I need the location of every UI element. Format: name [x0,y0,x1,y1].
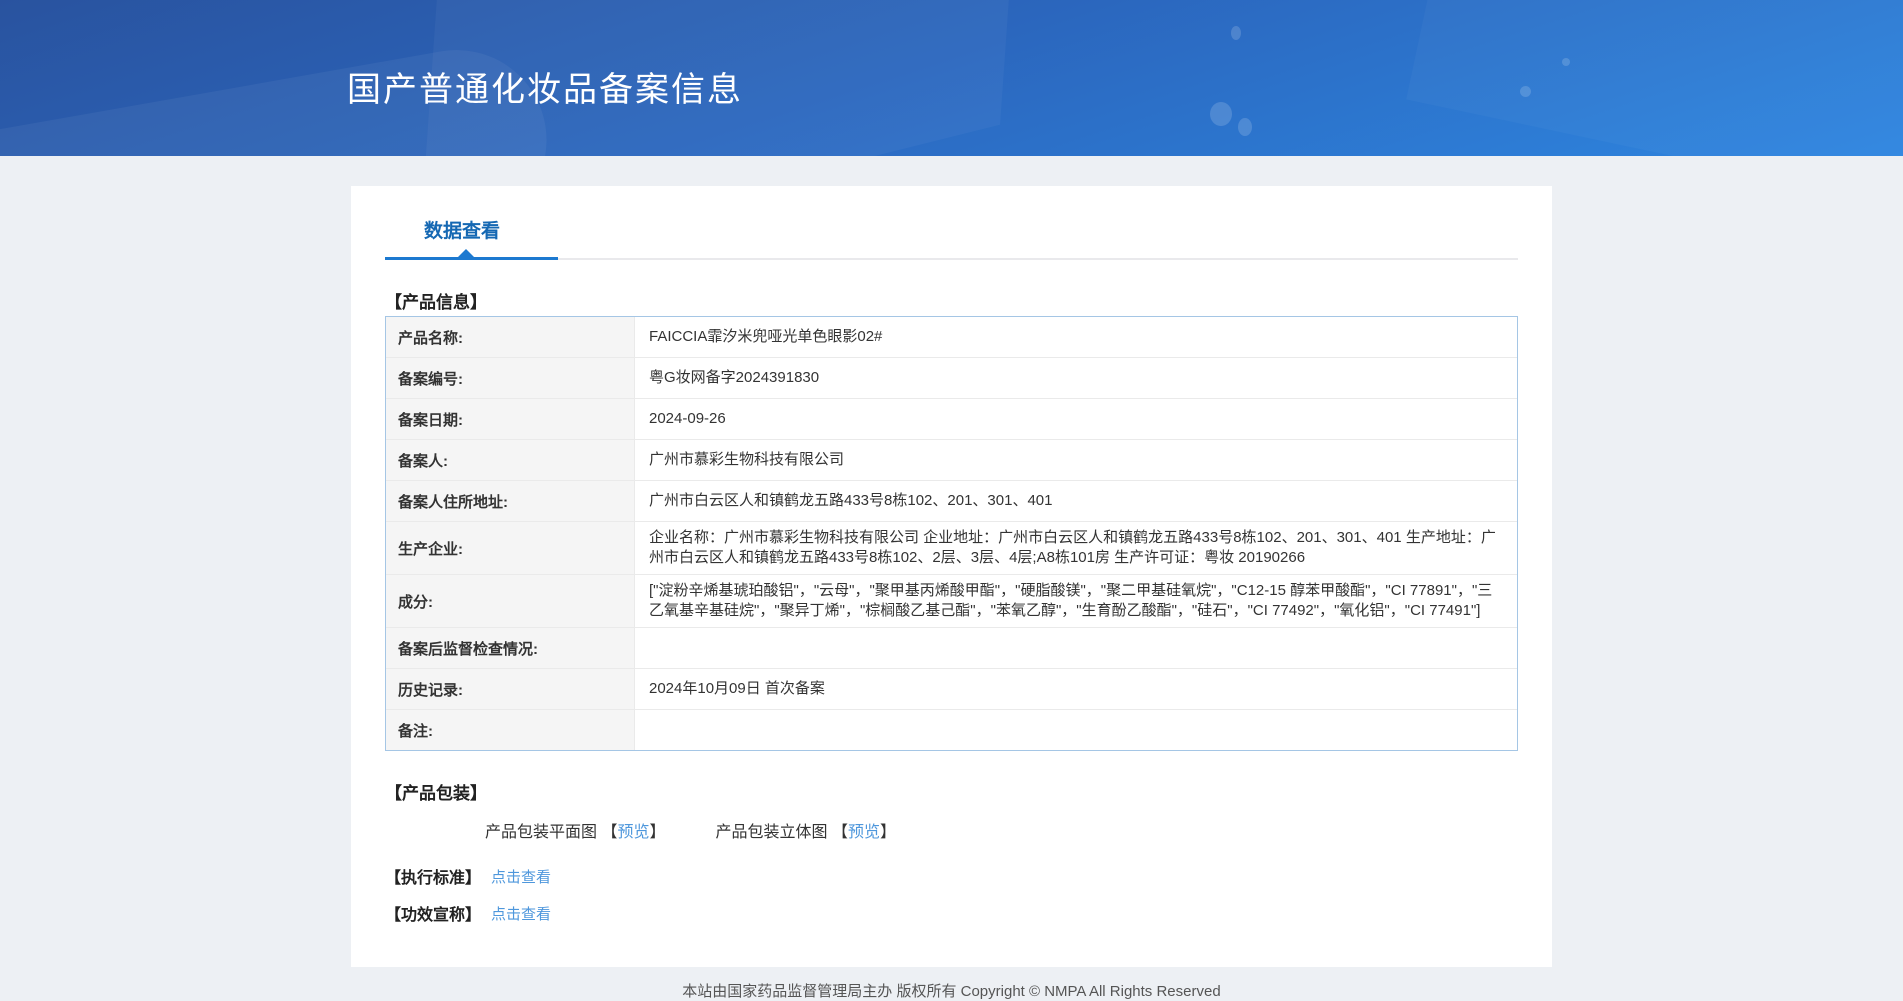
row-label: 历史记录: [386,669,634,709]
flat-packaging-group: 产品包装平面图 【预览】 [485,818,666,842]
header-decoration-dot [1238,118,1252,136]
row-value: 2024-09-26 [634,399,1517,439]
flat-packaging-label: 产品包装平面图 [485,824,598,841]
row-label: 产品名称: [386,317,634,357]
page-title: 国产普通化妆品备案信息 [347,71,743,109]
exec-standard-title: 【执行标准】 [385,870,482,887]
row-label: 备案人: [386,440,634,480]
stereo-packaging-preview-link[interactable]: 预览 [848,824,880,841]
tab-active-arrow-icon [457,249,475,258]
section-packaging-title: 【产品包装】 [385,784,487,803]
table-row: 生产企业: 企业名称：广州市慕彩生物科技有限公司 企业地址：广州市白云区人和镇鹤… [386,521,1517,574]
efficacy-claim-row: 【功效宣称】 点击查看 [385,901,1518,925]
content-card: 数据查看 【产品信息】 产品名称: FAICCIA霏汐米兜哑光单色眼影02# 备… [351,186,1552,967]
section-product-info-title: 【产品信息】 [385,293,487,312]
footer-text: 本站由国家药品监督管理局主办 版权所有 Copyright © NMPA All… [682,983,1221,1000]
tab-bar: 数据查看 [385,186,1518,260]
row-value: 粤G妆网备字2024391830 [634,358,1517,398]
table-row: 备案日期: 2024-09-26 [386,398,1517,439]
table-row: 备案编号: 粤G妆网备字2024391830 [386,357,1517,398]
row-label: 备案后监督检查情况: [386,628,634,668]
table-row: 产品名称: FAICCIA霏汐米兜哑光单色眼影02# [386,317,1517,357]
table-row: 成分: ["淀粉辛烯基琥珀酸铝"，"云母"，"聚甲基丙烯酸甲酯"，"硬脂酸镁"，… [386,574,1517,627]
table-row: 备案人: 广州市慕彩生物科技有限公司 [386,439,1517,480]
packaging-links-row: 产品包装平面图 【预览】 产品包装立体图 【预览】 [485,818,1518,842]
row-value: 广州市白云区人和镇鹤龙五路433号8栋102、201、301、401 [634,481,1517,521]
efficacy-claim-title: 【功效宣称】 [385,907,482,924]
stereo-packaging-label: 产品包装立体图 [715,824,828,841]
row-value [634,710,1517,750]
row-label: 成分: [386,575,634,627]
row-label: 备注: [386,710,634,750]
header-decoration-band [1406,0,1903,156]
header-decoration-dot [1562,58,1570,66]
row-value: ["淀粉辛烯基琥珀酸铝"，"云母"，"聚甲基丙烯酸甲酯"，"硬脂酸镁"，"聚二甲… [634,575,1517,627]
product-info-table: 产品名称: FAICCIA霏汐米兜哑光单色眼影02# 备案编号: 粤G妆网备字2… [385,316,1518,751]
row-value [634,628,1517,668]
bracket-open: 【 [601,824,618,841]
bracket-open: 【 [831,824,848,841]
stereo-packaging-group: 产品包装立体图 【预览】 [716,818,897,842]
flat-packaging-preview-link[interactable]: 预览 [617,824,649,841]
table-row: 备案后监督检查情况: [386,627,1517,668]
header-decoration-dot [1210,102,1232,126]
table-row: 备注: [386,709,1517,750]
tab-underline [385,249,1518,260]
page-footer: 本站由国家药品监督管理局主办 版权所有 Copyright © NMPA All… [0,980,1903,1001]
table-row: 备案人住所地址: 广州市白云区人和镇鹤龙五路433号8栋102、201、301、… [386,480,1517,521]
header-decoration-dot [1231,26,1241,40]
row-label: 生产企业: [386,522,634,574]
row-label: 备案编号: [386,358,634,398]
page-header: 国产普通化妆品备案信息 [0,0,1903,156]
row-value: 广州市慕彩生物科技有限公司 [634,440,1517,480]
row-label: 备案人住所地址: [386,481,634,521]
bracket-close: 】 [649,824,666,841]
row-value: 2024年10月09日 首次备案 [634,669,1517,709]
row-value: FAICCIA霏汐米兜哑光单色眼影02# [634,317,1517,357]
exec-standard-view-link[interactable]: 点击查看 [491,866,551,887]
exec-standard-row: 【执行标准】 点击查看 [385,864,1518,888]
table-row: 历史记录: 2024年10月09日 首次备案 [386,668,1517,709]
row-value: 企业名称：广州市慕彩生物科技有限公司 企业地址：广州市白云区人和镇鹤龙五路433… [634,522,1517,574]
bracket-close: 】 [880,824,897,841]
efficacy-claim-view-link[interactable]: 点击查看 [491,903,551,924]
row-label: 备案日期: [386,399,634,439]
header-decoration-dot [1520,86,1531,97]
